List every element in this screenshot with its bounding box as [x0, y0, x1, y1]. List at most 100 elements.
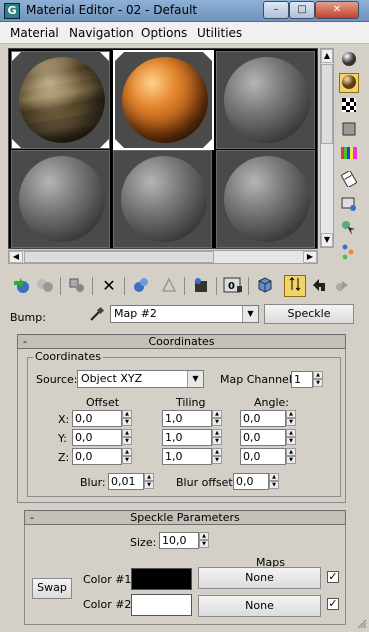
speckle-material-sphere: [122, 57, 208, 143]
blur-offset-spinner[interactable]: 0,0 ▲ ▼: [233, 473, 279, 490]
assign-to-selection-icon[interactable]: [66, 275, 88, 297]
sample-slot-6[interactable]: [216, 150, 315, 248]
material-map-navigator-icon[interactable]: [339, 243, 359, 263]
spinner-arrows-icon[interactable]: ▲ ▼: [212, 410, 222, 427]
get-material-icon[interactable]: [10, 275, 32, 297]
spinner-arrows-icon[interactable]: ▲ ▼: [212, 429, 222, 446]
close-button[interactable]: ✕: [315, 1, 359, 19]
menu-utilities[interactable]: Utilities: [197, 26, 242, 40]
blur-spinner[interactable]: 0,01 ▲ ▼: [108, 473, 154, 490]
tiling-x-spinner[interactable]: 1,0 ▲ ▼: [162, 410, 222, 427]
select-by-material-icon[interactable]: [339, 219, 359, 239]
color2-swatch[interactable]: [131, 594, 192, 616]
window-title: Material Editor - 02 - Default: [26, 3, 198, 17]
sample-slot-3[interactable]: [216, 51, 315, 149]
source-combo[interactable]: Object XYZ ▼: [77, 370, 204, 388]
color2-label: Color #2: [83, 598, 132, 611]
sample-uv-tiling-icon[interactable]: [339, 121, 359, 141]
background-checker-icon[interactable]: [339, 97, 359, 117]
scroll-thumb[interactable]: [24, 251, 214, 263]
spinner-arrows-icon[interactable]: ▲ ▼: [313, 371, 323, 388]
slot-corner-marker: [203, 139, 212, 148]
spinner-arrows-icon[interactable]: ▲ ▼: [199, 532, 209, 549]
show-end-result-icon[interactable]: [284, 275, 306, 297]
spinner-arrows-icon[interactable]: ▲ ▼: [286, 429, 296, 446]
sample-slots-vertical-scrollbar[interactable]: ▲ ▼: [320, 48, 334, 248]
map-name-combo[interactable]: Map #2 ▼: [110, 305, 259, 323]
sample-slot-1[interactable]: [11, 51, 110, 149]
color1-map-checkbox[interactable]: ✓: [327, 571, 339, 583]
tiling-z-spinner[interactable]: 1,0 ▲ ▼: [162, 448, 222, 465]
angle-x-spinner[interactable]: 0,0 ▲ ▼: [240, 410, 296, 427]
color1-map-button[interactable]: None: [198, 567, 321, 589]
make-unique-icon[interactable]: [158, 275, 180, 297]
group-title: Coordinates: [33, 350, 104, 363]
spinner-arrows-icon[interactable]: ▲ ▼: [122, 410, 132, 427]
options-icon[interactable]: [339, 195, 359, 215]
sample-slot-4[interactable]: [11, 150, 110, 248]
sample-slots-horizontal-scrollbar[interactable]: ◀ ▶: [8, 250, 318, 264]
collapse-toggle[interactable]: -: [23, 335, 27, 348]
menu-options[interactable]: Options: [141, 26, 187, 40]
menu-navigation[interactable]: Navigation: [69, 26, 134, 40]
spinner-arrows-icon[interactable]: ▲ ▼: [269, 473, 279, 490]
title-bar: G Material Editor - 02 - Default – □ ✕: [0, 0, 369, 22]
color2-map-checkbox[interactable]: ✓: [327, 598, 339, 610]
put-to-scene-icon[interactable]: [34, 275, 56, 297]
angle-z-spinner[interactable]: 0,0 ▲ ▼: [240, 448, 296, 465]
map-type-button[interactable]: Speckle: [264, 304, 354, 324]
spinner-arrows-icon[interactable]: ▲ ▼: [122, 448, 132, 465]
offset-y-spinner[interactable]: 0,0 ▲ ▼: [72, 429, 132, 446]
make-preview-icon[interactable]: [339, 169, 359, 190]
sample-slot-5[interactable]: [113, 150, 212, 248]
minimize-button[interactable]: –: [263, 1, 289, 19]
slot-corner-marker: [100, 139, 109, 148]
swap-button[interactable]: Swap: [32, 578, 72, 599]
reset-map-icon[interactable]: ✕: [98, 275, 120, 297]
resize-grip-icon[interactable]: [357, 619, 367, 629]
maximize-button[interactable]: □: [289, 1, 315, 19]
spinner-arrows-icon[interactable]: ▲ ▼: [122, 429, 132, 446]
show-in-viewport-icon[interactable]: [254, 275, 276, 297]
map-channel-value: 1: [294, 373, 301, 386]
scroll-right-icon[interactable]: ▶: [303, 251, 317, 263]
slot-corner-marker: [12, 139, 21, 148]
go-forward-to-sibling-icon[interactable]: [332, 275, 354, 297]
tiling-y-spinner[interactable]: 1,0 ▲ ▼: [162, 429, 222, 446]
coordinates-rollout-header[interactable]: - Coordinates: [17, 334, 346, 349]
sample-type-sphere-icon[interactable]: [339, 50, 359, 70]
chevron-down-icon[interactable]: ▼: [187, 371, 203, 387]
collapse-toggle[interactable]: -: [30, 511, 34, 524]
pick-eyedropper-icon[interactable]: [88, 305, 106, 323]
material-id-channel-icon[interactable]: 0: [222, 275, 244, 297]
scroll-left-icon[interactable]: ◀: [9, 251, 23, 263]
put-to-library-icon[interactable]: [190, 275, 212, 297]
spinner-arrows-icon[interactable]: ▲ ▼: [286, 448, 296, 465]
scroll-up-icon[interactable]: ▲: [321, 49, 333, 63]
backlight-icon[interactable]: [339, 73, 359, 93]
svg-text:0: 0: [228, 281, 235, 292]
go-to-parent-icon[interactable]: [308, 275, 330, 297]
spinner-value: 1,0: [165, 431, 183, 444]
offset-x-spinner[interactable]: 0,0 ▲ ▼: [72, 410, 132, 427]
color1-swatch[interactable]: [131, 568, 192, 590]
spinner-arrows-icon[interactable]: ▲ ▼: [144, 473, 154, 490]
speckle-rollout-header[interactable]: - Speckle Parameters: [24, 510, 346, 525]
default-material-sphere: [121, 156, 207, 242]
scroll-down-icon[interactable]: ▼: [321, 233, 333, 247]
slot-corner-marker: [115, 139, 124, 148]
size-spinner[interactable]: 10,0 ▲ ▼: [159, 532, 209, 549]
chevron-down-icon[interactable]: ▼: [242, 306, 258, 322]
menu-material[interactable]: Material: [10, 26, 59, 40]
offset-z-spinner[interactable]: 0,0 ▲ ▼: [72, 448, 132, 465]
map-channel-spinner[interactable]: 1 ▲ ▼: [291, 371, 323, 388]
make-copy-icon[interactable]: [130, 275, 152, 297]
color2-map-button[interactable]: None: [198, 595, 321, 617]
spinner-arrows-icon[interactable]: ▲ ▼: [286, 410, 296, 427]
spinner-arrows-icon[interactable]: ▲ ▼: [212, 448, 222, 465]
sample-slot-2[interactable]: [113, 50, 214, 150]
video-color-check-icon[interactable]: [339, 145, 359, 165]
angle-y-spinner[interactable]: 0,0 ▲ ▼: [240, 429, 296, 446]
slot-corner-marker: [115, 52, 124, 61]
scroll-thumb[interactable]: [321, 64, 333, 144]
